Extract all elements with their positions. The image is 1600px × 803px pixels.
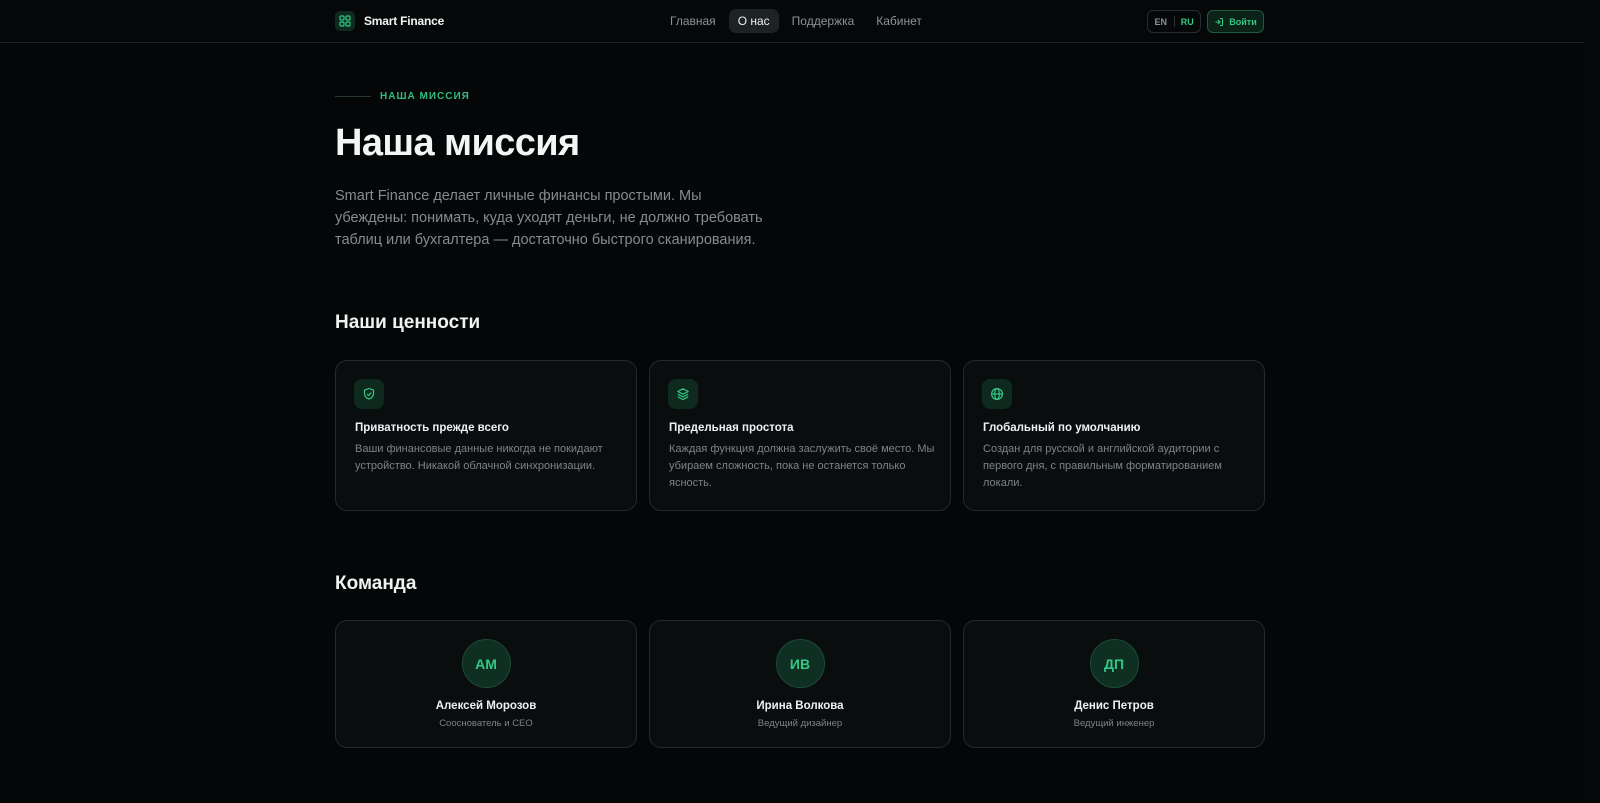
value-card-simplicity: Предельная простота Каждая функция должн…	[649, 360, 951, 511]
login-label: Войти	[1229, 16, 1257, 27]
value-title: Приватность прежде всего	[355, 422, 509, 434]
value-description: Ваши финансовые данные никогда не покида…	[355, 443, 603, 472]
globe-icon	[982, 379, 1012, 409]
lang-option-en[interactable]: EN	[1148, 17, 1174, 27]
avatar: ИВ	[775, 639, 825, 688]
nav-item-about[interactable]: О нас	[728, 9, 779, 33]
page-title: Наша миссия	[335, 122, 580, 164]
team-card: АМ Алексей Морозов Сооснователь и CEO	[335, 620, 637, 748]
brand-logo[interactable]: Smart Finance	[335, 11, 444, 31]
avatar: АМ	[461, 639, 511, 688]
main-nav: Главная О нас Поддержка Кабинет	[661, 9, 931, 33]
value-title: Глобальный по умолчанию	[983, 422, 1141, 434]
member-role: Ведущий инженер	[1073, 718, 1155, 729]
nav-item-support[interactable]: Поддержка	[783, 9, 864, 33]
value-card-global: Глобальный по умолчанию Создан для русск…	[963, 360, 1265, 511]
shield-icon	[354, 379, 384, 409]
login-icon	[1215, 17, 1224, 26]
value-description: Каждая функция должна заслужить своё мес…	[669, 443, 935, 489]
language-switcher: EN RU	[1147, 10, 1201, 33]
logo-icon	[335, 11, 355, 31]
member-role: Ведущий дизайнер	[757, 718, 843, 729]
eyebrow-text: НАША МИССИЯ	[380, 91, 470, 102]
team-heading: Команда	[335, 573, 417, 594]
page-scrollbar[interactable]	[1584, 0, 1600, 803]
team-card: ДП Денис Петров Ведущий инженер	[963, 620, 1265, 748]
lang-option-ru[interactable]: RU	[1175, 17, 1201, 27]
login-button[interactable]: Войти	[1207, 10, 1264, 33]
nav-item-cabinet[interactable]: Кабинет	[867, 9, 931, 33]
mission-description: Smart Finance делает личные финансы прос…	[335, 188, 763, 248]
value-card-privacy: Приватность прежде всего Ваши финансовые…	[335, 360, 637, 511]
top-navigation-bar: Smart Finance Главная О нас Поддержка Ка…	[0, 0, 1584, 43]
layers-icon	[668, 379, 698, 409]
values-heading: Наши ценности	[335, 312, 481, 333]
member-name: Ирина Волкова	[756, 700, 844, 712]
member-name: Денис Петров	[1074, 700, 1154, 712]
brand-name: Smart Finance	[364, 14, 445, 28]
value-title: Предельная простота	[669, 422, 794, 434]
member-name: Алексей Морозов	[435, 700, 537, 712]
team-card: ИВ Ирина Волкова Ведущий дизайнер	[649, 620, 951, 748]
nav-item-home[interactable]: Главная	[661, 9, 725, 33]
value-description: Создан для русской и английской аудитори…	[983, 443, 1222, 489]
member-role: Сооснователь и CEO	[439, 718, 533, 729]
eyebrow-line	[335, 96, 371, 97]
avatar: ДП	[1089, 639, 1139, 688]
section-eyebrow: НАША МИССИЯ	[335, 91, 470, 102]
